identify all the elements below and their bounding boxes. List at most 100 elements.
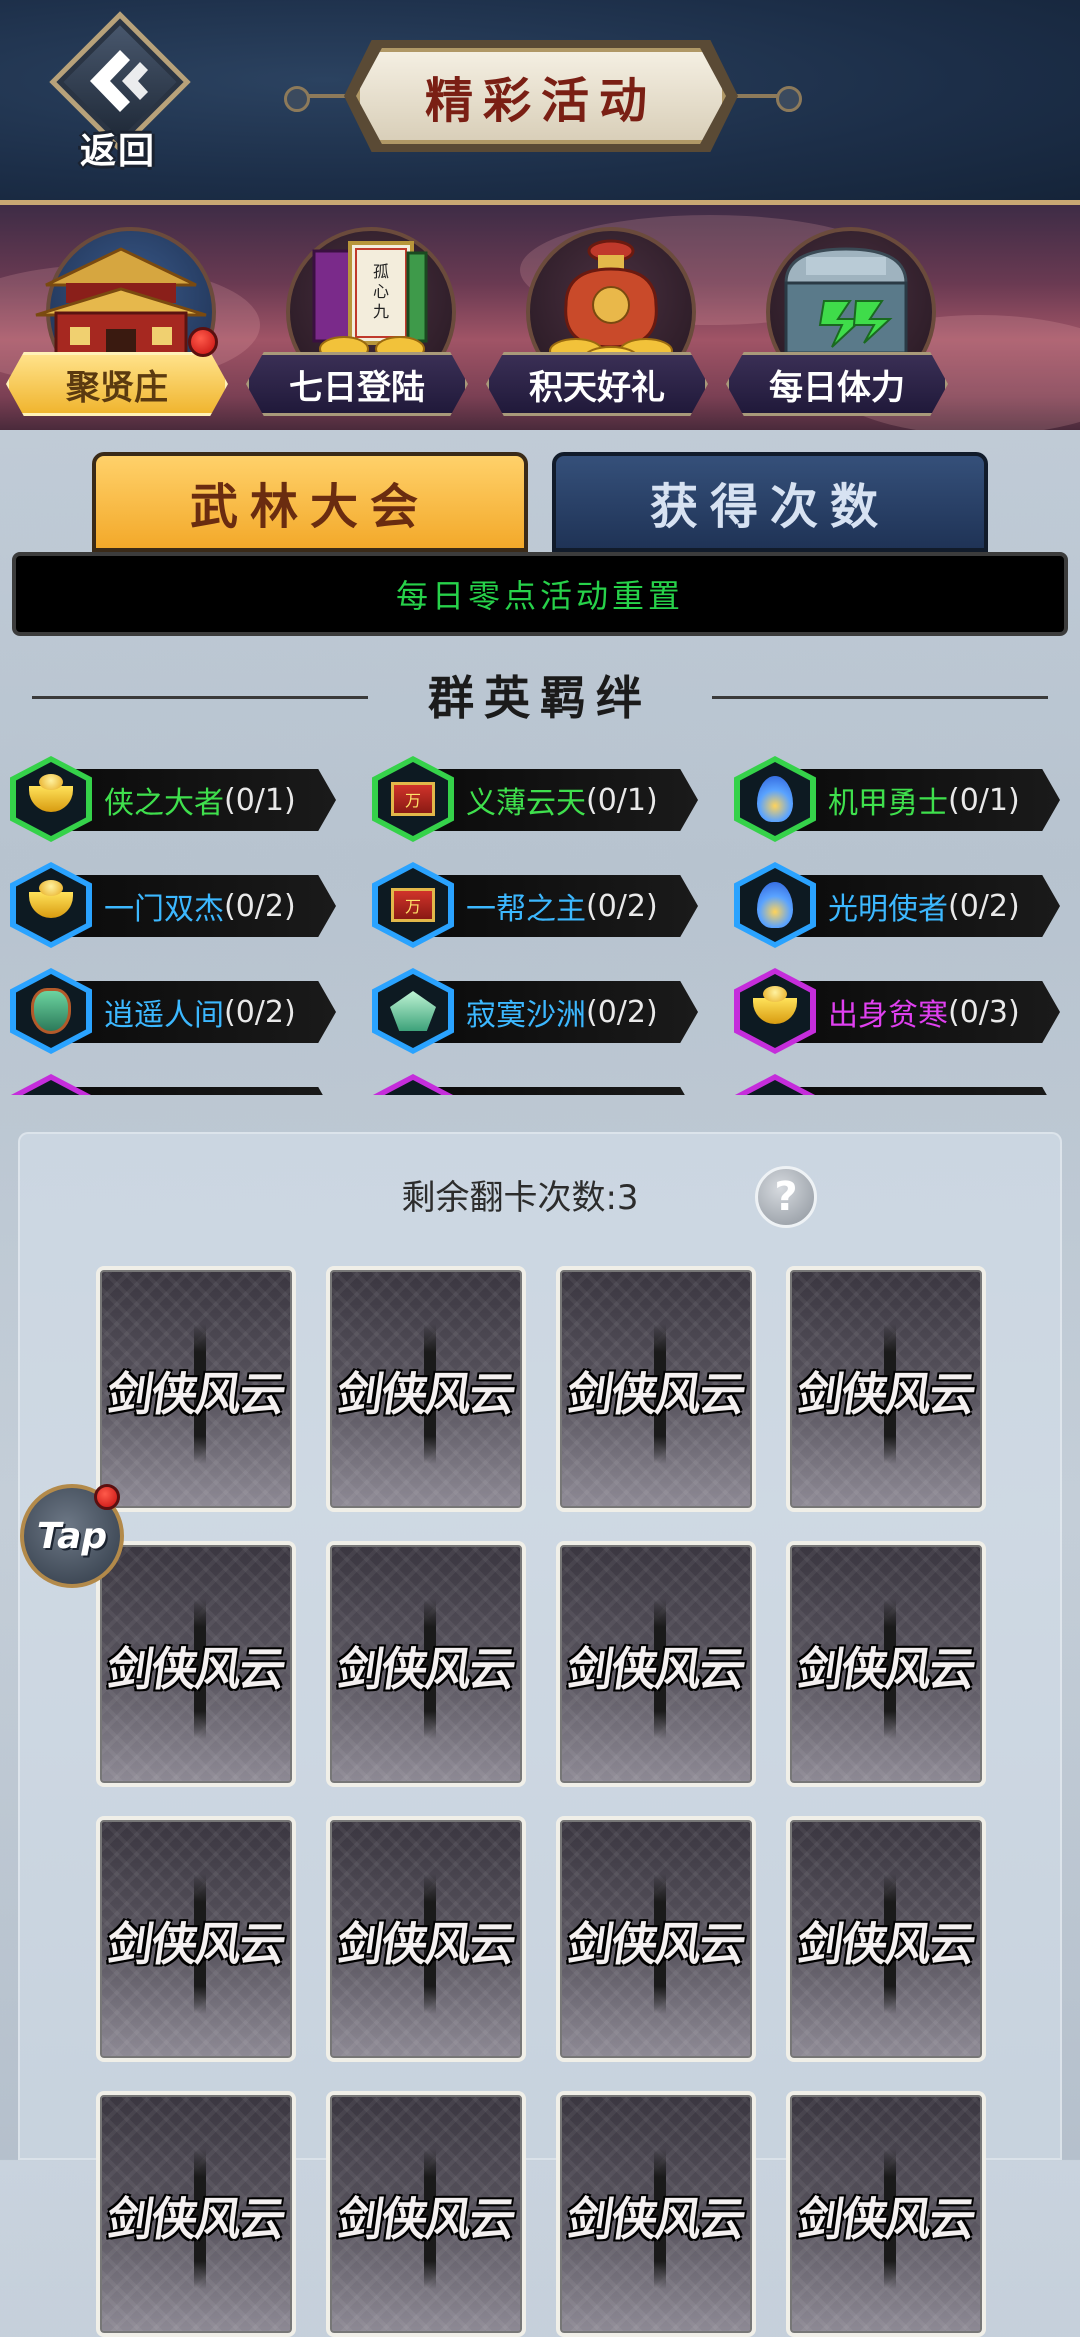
bond-count: (0/3)	[948, 994, 1020, 1030]
tab-wulin-tournament[interactable]: 武林大会	[92, 452, 528, 552]
bond-item[interactable]: 光明使者 (0/2)	[724, 856, 1064, 948]
jade-emblem-icon	[390, 991, 436, 1031]
flip-card[interactable]: 剑侠风云	[96, 1816, 296, 2062]
event-daily-stamina[interactable]: 每日体力	[726, 217, 956, 422]
event-juxianzhuang[interactable]: 聚贤庄	[6, 217, 236, 422]
title-deco-dot-left	[284, 86, 310, 112]
bond-count: (0/2)	[224, 888, 296, 924]
flip-card[interactable]: 剑侠风云	[96, 1266, 296, 1512]
flip-card[interactable]: 剑侠风云	[326, 1816, 526, 2062]
back-label: 返回	[79, 131, 156, 172]
card-logo: 剑侠风云	[793, 2192, 978, 2246]
bond-item[interactable]: 一门双杰 (0/2)	[0, 856, 340, 948]
treasure-bag-icon	[549, 239, 673, 367]
chest-icon	[784, 247, 908, 355]
card-logo: 剑侠风云	[563, 1642, 748, 1696]
title-plaque: 精彩活动	[356, 48, 726, 144]
flip-card[interactable]: 剑侠风云	[786, 1266, 986, 1512]
bond-name: 一门双杰	[104, 892, 224, 927]
flip-card[interactable]: 剑侠风云	[786, 1816, 986, 2062]
header-bar: 返回 精彩活动	[0, 0, 1080, 205]
bond-item[interactable]: 寂寞沙洲 (0/2)	[362, 962, 702, 1054]
back-arrow-icon	[90, 50, 148, 112]
flip-card[interactable]: 剑侠风云	[556, 2091, 756, 2337]
gold-ingot-icon	[753, 986, 797, 1024]
notification-dot	[188, 327, 218, 357]
bond-name: 光明使者	[828, 892, 948, 927]
gold-ingot-icon	[29, 880, 73, 918]
flip-card[interactable]: 剑侠风云	[786, 1541, 986, 1787]
bond-item[interactable]: 机甲勇士 (0/1)	[724, 750, 1064, 842]
bond-name: 义薄云天	[466, 786, 586, 821]
card-logo: 剑侠风云	[793, 1367, 978, 1421]
flip-card[interactable]: 剑侠风云	[556, 1816, 756, 2062]
flip-card[interactable]: 剑侠风云	[556, 1266, 756, 1512]
bond-item[interactable]: 侠之大者 (0/1)	[0, 750, 340, 842]
bond-item[interactable]: 逍遥人间 (0/2)	[0, 962, 340, 1054]
event-seven-day-login[interactable]: 孤 心 九 七日登陆	[246, 217, 476, 422]
svg-text:九: 九	[373, 302, 389, 321]
bond-count: (0/1)	[586, 782, 658, 818]
card-logo: 剑侠风云	[333, 1642, 518, 1696]
bond-item-partial[interactable]	[362, 1068, 702, 1095]
flip-card[interactable]: 剑侠风云	[556, 1541, 756, 1787]
event-accumulated-gift[interactable]: 积天好礼	[486, 217, 716, 422]
bond-item[interactable]: 义薄云天 (0/1) 万	[362, 750, 702, 842]
bond-item-partial[interactable]	[0, 1068, 340, 1095]
bond-name: 出身贫寒	[828, 998, 948, 1033]
event-banner: 聚贤庄 孤 心 九 七日登陆 积天好礼 每日体力	[0, 205, 1080, 430]
red-book-icon: 万	[391, 782, 435, 816]
flip-card[interactable]: 剑侠风云	[96, 2091, 296, 2337]
card-logo: 剑侠风云	[333, 1917, 518, 1971]
card-logo: 剑侠风云	[563, 1917, 748, 1971]
blue-flame-icon	[757, 776, 793, 822]
card-logo: 剑侠风云	[563, 1367, 748, 1421]
event-label-seven-day-login: 七日登陆	[246, 352, 468, 416]
section-title: 群英羁绊	[428, 671, 652, 725]
card-logo: 剑侠风云	[563, 2192, 748, 2246]
bond-count: (0/2)	[586, 994, 658, 1030]
flip-card[interactable]: 剑侠风云	[326, 1266, 526, 1512]
flip-card[interactable]: 剑侠风云	[96, 1541, 296, 1787]
tab-obtain-chances[interactable]: 获得次数	[552, 452, 988, 552]
bond-item[interactable]: 一帮之主 (0/2) 万	[362, 856, 702, 948]
bond-count: (0/1)	[948, 782, 1020, 818]
bond-name: 一帮之主	[466, 892, 586, 927]
remaining-flips-label: 剩余翻卡次数:3	[401, 1178, 639, 1218]
card-logo: 剑侠风云	[333, 2192, 518, 2246]
notification-dot	[94, 1484, 120, 1510]
bond-name: 机甲勇士	[828, 786, 948, 821]
card-logo: 剑侠风云	[103, 1642, 288, 1696]
back-button[interactable]: 返回	[40, 11, 191, 172]
help-button[interactable]: ?	[755, 1166, 817, 1228]
bond-name: 逍遥人间	[104, 998, 224, 1033]
bond-count: (0/1)	[224, 782, 296, 818]
palace-icon	[35, 247, 207, 367]
bond-frame	[10, 1074, 92, 1095]
flip-card[interactable]: 剑侠风云	[786, 2091, 986, 2337]
bond-name: 侠之大者	[104, 786, 224, 821]
section-divider-right	[712, 696, 1048, 699]
event-label-accumulated-gift: 积天好礼	[486, 352, 708, 416]
event-label-daily-stamina: 每日体力	[726, 352, 948, 416]
card-logo: 剑侠风云	[793, 1642, 978, 1696]
bond-name: 寂寞沙洲	[466, 998, 586, 1033]
page-title: 精彩活动	[424, 73, 657, 129]
bond-frame	[734, 1074, 816, 1095]
svg-text:心: 心	[373, 282, 389, 301]
scroll-book-icon: 孤 心 九	[312, 241, 428, 362]
flip-card[interactable]: 剑侠风云	[326, 2091, 526, 2337]
tap-label: Tap	[36, 1515, 108, 1557]
bond-count: (0/2)	[586, 888, 658, 924]
bond-count: (0/2)	[224, 994, 296, 1030]
card-logo: 剑侠风云	[793, 1917, 978, 1971]
bond-count: (0/2)	[948, 888, 1020, 924]
svg-text:孤: 孤	[373, 262, 389, 281]
red-book-icon: 万	[391, 888, 435, 922]
bond-item-partial[interactable]	[724, 1068, 1064, 1095]
bond-item[interactable]: 出身贫寒 (0/3)	[724, 962, 1064, 1054]
flip-card[interactable]: 剑侠风云	[326, 1541, 526, 1787]
card-logo: 剑侠风云	[333, 1367, 518, 1421]
card-logo: 剑侠风云	[103, 1367, 288, 1421]
card-logo: 剑侠风云	[103, 1917, 288, 1971]
